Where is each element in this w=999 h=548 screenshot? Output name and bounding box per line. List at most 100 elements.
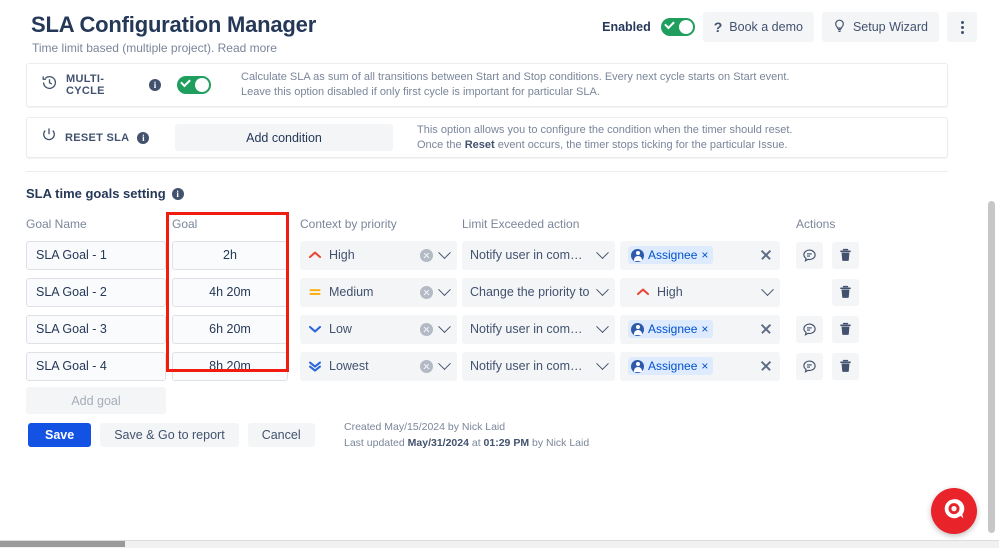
- column-header-actions: Actions: [796, 217, 836, 231]
- context-priority-select[interactable]: Lowest: [300, 351, 457, 381]
- limit-exceeded-action-select[interactable]: Notify user in comm…: [462, 314, 615, 344]
- clear-icon[interactable]: [420, 248, 433, 262]
- limit-exceeded-action-value: Notify user in comm…: [470, 359, 591, 373]
- book-a-demo-label: Book a demo: [729, 20, 803, 34]
- save-button[interactable]: Save: [28, 423, 92, 447]
- context-priority-select[interactable]: High: [300, 240, 457, 270]
- row-actions: [796, 241, 876, 269]
- clear-icon[interactable]: [760, 360, 772, 372]
- chevron-down-icon[interactable]: [438, 319, 451, 333]
- chevron-down-icon[interactable]: [438, 245, 451, 259]
- assignee-chip-label: Assignee: [648, 248, 698, 262]
- action-parameter-select[interactable]: High: [620, 277, 780, 307]
- save-and-report-button[interactable]: Save & Go to report: [100, 423, 239, 447]
- assignee-chip-label: Assignee: [648, 359, 698, 373]
- chevron-down-icon[interactable]: [761, 282, 774, 296]
- enabled-label: Enabled: [602, 20, 651, 34]
- reset-sla-label-group: RESET SLA i: [41, 127, 175, 148]
- more-actions-button[interactable]: [947, 12, 977, 42]
- assignee-chip[interactable]: Assignee ×: [628, 320, 714, 338]
- goal-duration-input[interactable]: 6h 20m: [172, 314, 288, 344]
- toggle-knob: [195, 78, 209, 92]
- info-icon[interactable]: i: [171, 187, 184, 200]
- clear-icon[interactable]: [420, 285, 433, 299]
- action-parameter-select[interactable]: Assignee ×: [620, 314, 780, 344]
- book-a-demo-button[interactable]: ? Book a demo: [702, 12, 814, 42]
- remove-chip-icon[interactable]: ×: [701, 249, 708, 261]
- check-icon: [663, 18, 675, 30]
- goal-name-input[interactable]: SLA Goal - 2: [26, 277, 166, 307]
- comment-action-button[interactable]: [796, 315, 823, 343]
- action-parameter-select[interactable]: Assignee ×: [620, 351, 780, 381]
- clear-icon[interactable]: [420, 359, 433, 373]
- clear-icon[interactable]: [760, 323, 772, 335]
- comment-action-button[interactable]: [796, 241, 823, 269]
- comment-action-button[interactable]: [796, 352, 823, 380]
- goal-duration-input[interactable]: 4h 20m: [172, 277, 288, 307]
- delete-goal-button[interactable]: [832, 241, 859, 269]
- chevron-down-icon[interactable]: [596, 245, 609, 259]
- support-chat-button[interactable]: [931, 488, 977, 534]
- multi-cycle-card: MULTI-CYCLE i Calculate SLA as sum of al…: [26, 63, 948, 107]
- setup-wizard-button[interactable]: Setup Wizard: [821, 12, 939, 42]
- double-chevron-down-icon: [308, 361, 322, 372]
- chevron-down-icon[interactable]: [596, 356, 609, 370]
- horizontal-scrollbar-thumb[interactable]: [0, 541, 125, 547]
- cancel-button[interactable]: Cancel: [247, 423, 315, 447]
- enabled-toggle[interactable]: [660, 18, 695, 36]
- goal-name-input[interactable]: SLA Goal - 1: [26, 240, 166, 270]
- clear-icon[interactable]: [420, 322, 433, 336]
- remove-chip-icon[interactable]: ×: [701, 323, 708, 335]
- remove-chip-icon[interactable]: ×: [701, 360, 708, 372]
- delete-goal-button[interactable]: [832, 315, 859, 343]
- delete-goal-button[interactable]: [832, 352, 859, 380]
- comment-action-placeholder: [796, 279, 823, 306]
- horizontal-scrollbar-track[interactable]: [0, 540, 999, 548]
- add-condition-button[interactable]: Add condition: [175, 124, 393, 151]
- info-icon[interactable]: i: [149, 79, 161, 91]
- context-priority-value: Low: [329, 322, 352, 336]
- context-priority-select[interactable]: Medium: [300, 277, 457, 307]
- vertical-scrollbar[interactable]: [988, 201, 995, 533]
- delete-goal-button[interactable]: [832, 278, 859, 306]
- limit-exceeded-action-select[interactable]: Notify user in comm…: [462, 240, 615, 270]
- goal-row: SLA Goal - 1 2h High Notify user in comm… As…: [26, 239, 876, 271]
- chevron-down-icon[interactable]: [438, 282, 451, 296]
- app-root: SLA Configuration Manager Time limit bas…: [0, 0, 999, 548]
- add-goal-button[interactable]: Add goal: [26, 387, 166, 414]
- kebab-menu-icon: [960, 20, 964, 34]
- column-header-param: [620, 217, 780, 235]
- avatar: [631, 359, 644, 373]
- column-header-context: Context by priority: [300, 217, 397, 231]
- history-clock-icon: [41, 74, 58, 96]
- footer-actions: Save Save & Go to report Cancel: [28, 423, 315, 447]
- column-header-goal: Goal: [172, 217, 198, 231]
- limit-exceeded-action-select[interactable]: Notify user in comm…: [462, 351, 615, 381]
- multi-cycle-toggle[interactable]: [177, 76, 211, 94]
- goal-name-input[interactable]: SLA Goal - 3: [26, 314, 166, 344]
- goal-duration-input[interactable]: 8h 20m: [172, 351, 288, 381]
- toggle-knob: [678, 20, 693, 34]
- goal-duration-input[interactable]: 2h: [172, 240, 288, 270]
- action-parameter-select[interactable]: Assignee ×: [620, 240, 780, 270]
- clear-icon[interactable]: [760, 249, 772, 261]
- limit-exceeded-action-select[interactable]: Change the priority to: [462, 277, 615, 307]
- goal-row: SLA Goal - 2 4h 20m Medium Change the prior…: [26, 276, 876, 308]
- goal-row: SLA Goal - 4 8h 20m Lowest Notify user in c…: [26, 350, 876, 382]
- goal-name-input[interactable]: SLA Goal - 4: [26, 351, 166, 381]
- context-priority-select[interactable]: Low: [300, 314, 457, 344]
- created-line: Created May/15/2024 by Nick Laid: [344, 421, 506, 433]
- assignee-chip[interactable]: Assignee ×: [628, 246, 714, 264]
- chevron-down-icon[interactable]: [596, 282, 609, 296]
- info-icon[interactable]: i: [137, 131, 150, 144]
- chevron-down-icon[interactable]: [438, 356, 451, 370]
- power-icon: [41, 127, 57, 148]
- goals-section-title: SLA time goals setting i: [26, 186, 184, 201]
- context-priority-value: Lowest: [329, 359, 369, 373]
- chevron-down-icon[interactable]: [596, 319, 609, 333]
- assignee-chip[interactable]: Assignee ×: [628, 357, 714, 375]
- goal-row: SLA Goal - 3 6h 20m Low Notify user in comm…: [26, 313, 876, 345]
- chevron-up-icon: [636, 288, 650, 296]
- updated-line: Last updated May/31/2024 at 01:29 PM by …: [344, 436, 590, 449]
- lightbulb-icon: [833, 19, 846, 36]
